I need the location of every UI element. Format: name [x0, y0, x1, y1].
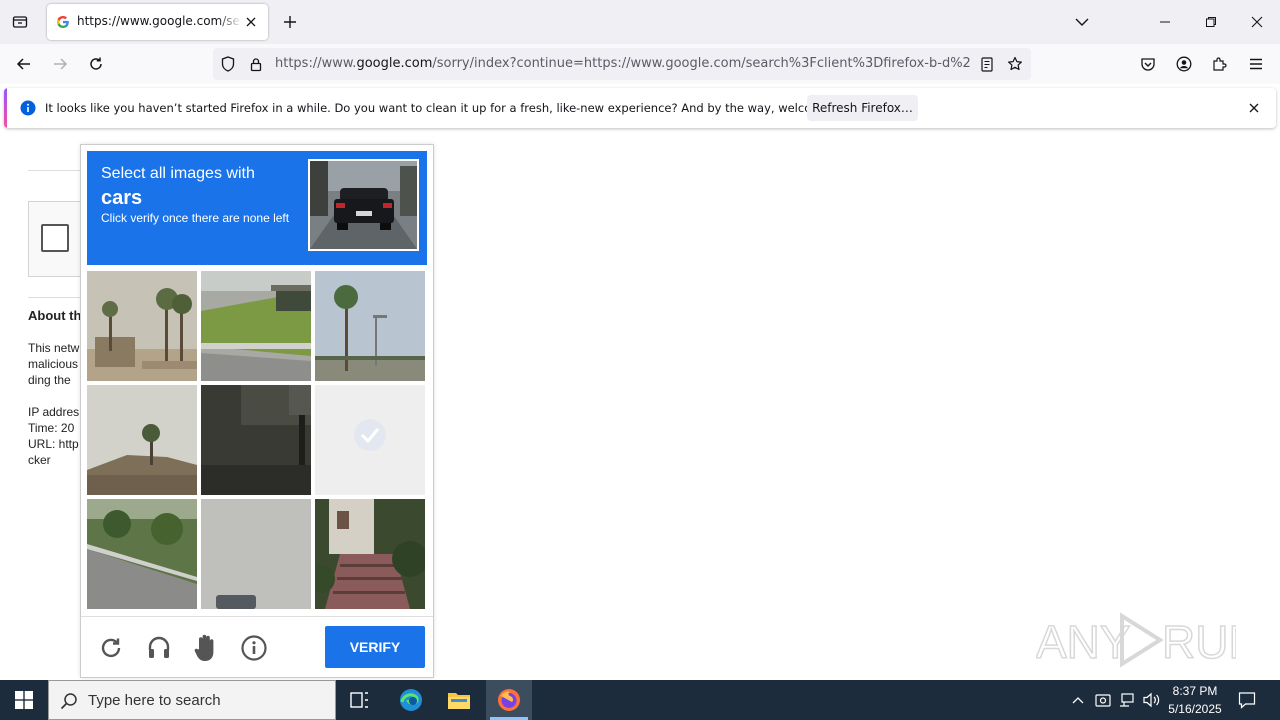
list-all-tabs-icon[interactable] — [1070, 10, 1094, 34]
volume-icon[interactable] — [1140, 680, 1162, 720]
show-hidden-icons-chevron-icon[interactable] — [1068, 680, 1088, 720]
tracking-shield-icon[interactable] — [219, 56, 237, 72]
hand-icon[interactable] — [191, 633, 221, 663]
body-line: malicious — [28, 357, 79, 371]
audio-challenge-icon[interactable] — [144, 634, 174, 662]
lock-icon[interactable] — [247, 56, 265, 72]
captcha-tile[interactable] — [201, 271, 311, 381]
clock-time[interactable]: 8:37 PM — [1160, 684, 1230, 698]
account-icon[interactable] — [1172, 52, 1196, 76]
captcha-tile[interactable] — [87, 271, 197, 381]
new-tab-icon[interactable] — [278, 10, 302, 34]
anyrun-watermark: ANY RUN — [1035, 608, 1262, 672]
refresh-firefox-notification: It looks like you haven’t started Firefo… — [4, 88, 1276, 128]
body-line: ding the — [28, 373, 71, 387]
minimize-icon[interactable] — [1152, 10, 1178, 34]
forward-icon[interactable] — [48, 52, 72, 76]
page-divider — [28, 297, 80, 298]
notifications-icon[interactable] — [1232, 680, 1262, 720]
task-view-icon[interactable] — [342, 680, 378, 720]
recaptcha-widget — [28, 201, 80, 277]
info-icon — [20, 100, 36, 116]
info-line: URL: http — [28, 437, 79, 451]
captcha-tile-selected[interactable] — [315, 385, 425, 495]
info-line: IP addres — [28, 405, 80, 419]
firefox-icon — [496, 687, 522, 713]
tab-google-search[interactable]: https://www.google.com/search?client=fir… — [47, 4, 268, 40]
tab-bar: https://www.google.com/search?client=fir… — [0, 0, 1280, 44]
start-windows-icon[interactable] — [0, 680, 48, 720]
meet-now-icon[interactable] — [1092, 680, 1114, 720]
reload-icon[interactable] — [84, 52, 108, 76]
url-text[interactable]: https://www.google.com/sorry/index?conti… — [275, 56, 970, 71]
sample-car-image — [308, 159, 419, 251]
refresh-firefox-button[interactable]: Refresh Firefox… — [807, 95, 918, 121]
captcha-tile[interactable] — [201, 499, 311, 609]
body-line: This netw — [28, 341, 80, 355]
firefox-view-icon[interactable] — [8, 10, 32, 34]
page-divider — [28, 170, 80, 171]
restore-icon[interactable] — [1198, 10, 1224, 34]
captcha-tile[interactable] — [315, 271, 425, 381]
google-favicon-icon — [55, 14, 71, 30]
edge-icon[interactable] — [392, 680, 430, 720]
close-tab-icon[interactable] — [243, 14, 259, 30]
navigation-bar: https://www.google.com/sorry/index?conti… — [0, 44, 1280, 84]
watermark-run: RUN — [1162, 616, 1236, 668]
clock-date[interactable]: 5/16/2025 — [1160, 702, 1230, 716]
info-line: cker — [28, 453, 51, 467]
menu-icon[interactable] — [1244, 52, 1268, 76]
watermark-any: ANY — [1036, 616, 1131, 668]
file-explorer-icon[interactable] — [440, 680, 478, 720]
close-notification-icon[interactable] — [1246, 100, 1262, 116]
pocket-icon[interactable] — [1136, 52, 1160, 76]
captcha-tile[interactable] — [315, 499, 425, 609]
close-window-icon[interactable] — [1244, 10, 1270, 34]
bookmark-star-icon[interactable] — [1006, 55, 1024, 73]
search-placeholder: Type here to search — [88, 692, 221, 709]
captcha-header: Select all images with cars Click verify… — [87, 151, 427, 265]
captcha-prompt: Select all images with — [101, 165, 255, 182]
taskbar-search-box[interactable]: Type here to search — [48, 680, 336, 720]
reader-view-icon[interactable] — [978, 56, 996, 72]
windows-taskbar: Type here to search 8:37 PM 5/16/2025 — [0, 680, 1280, 720]
captcha-object: cars — [101, 187, 143, 209]
captcha-instruction: Click verify once there are none left — [101, 211, 290, 225]
firefox-taskbar-button[interactable] — [486, 680, 532, 720]
info-circle-icon[interactable] — [239, 634, 269, 662]
extensions-icon[interactable] — [1208, 52, 1232, 76]
captcha-tile[interactable] — [87, 385, 197, 495]
address-bar[interactable]: https://www.google.com/sorry/index?conti… — [213, 48, 1031, 80]
notification-message: It looks like you haven’t started Firefo… — [45, 101, 866, 115]
search-icon — [59, 691, 79, 711]
about-heading: About th — [28, 308, 82, 323]
info-line: Time: 20 — [28, 421, 75, 435]
back-icon[interactable] — [12, 52, 36, 76]
network-icon[interactable] — [1116, 680, 1138, 720]
reload-challenge-icon[interactable] — [97, 634, 125, 662]
captcha-tile[interactable] — [87, 499, 197, 609]
verify-button[interactable]: VERIFY — [325, 626, 425, 668]
not-a-robot-checkbox[interactable] — [41, 224, 69, 252]
captcha-tile[interactable] — [201, 385, 311, 495]
captcha-challenge: Select all images with cars Click verify… — [80, 144, 434, 678]
